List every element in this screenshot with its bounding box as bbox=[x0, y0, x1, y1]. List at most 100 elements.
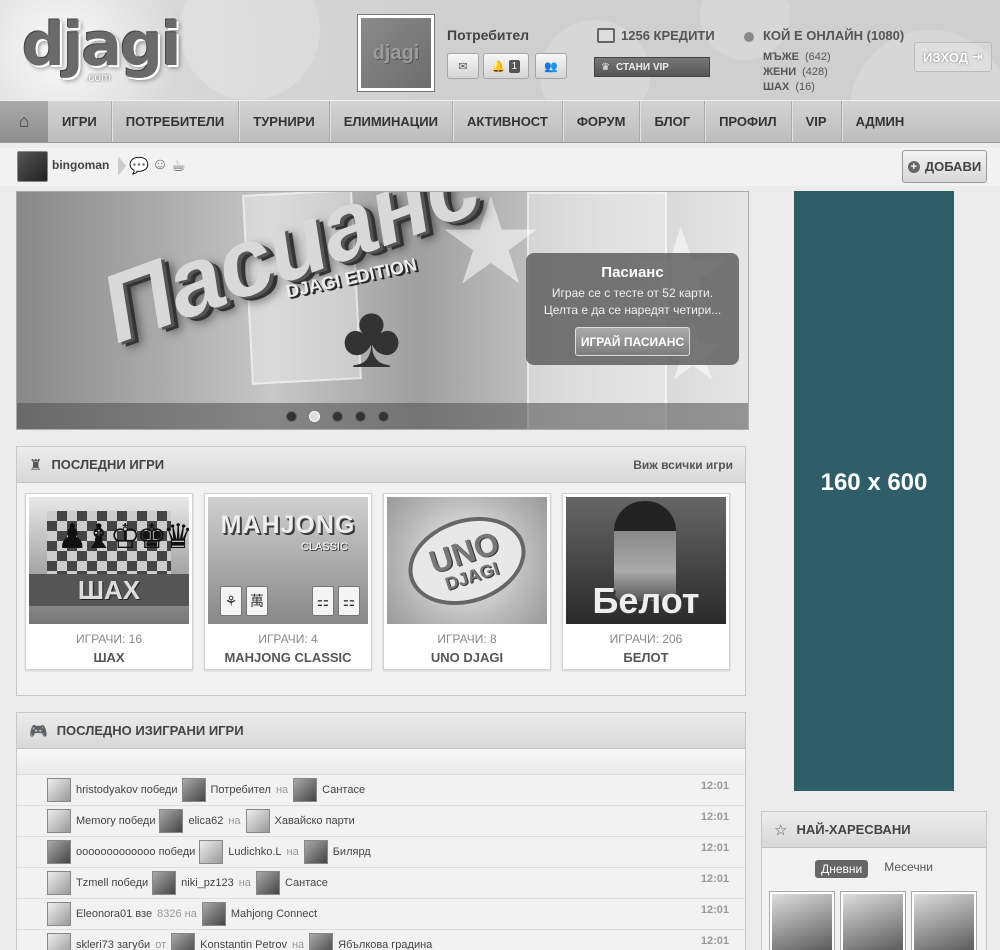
opponent-avatar[interactable] bbox=[152, 871, 177, 895]
view-all-games-link[interactable]: Виж всички игри bbox=[633, 458, 733, 472]
game-card-mahjong[interactable]: MAHJONG CLASSIC ⚘ 萬 ⚏ ⚏ ИГРАЧИ: 4 MAHJON… bbox=[204, 493, 372, 670]
user-avatar-small[interactable] bbox=[47, 778, 71, 802]
activity-opponent[interactable]: Потребител bbox=[211, 784, 271, 796]
play-solitaire-button[interactable]: ИГРАЙ ПАСИАНС bbox=[575, 327, 690, 356]
activity-text[interactable]: hristodyakov победи bbox=[76, 784, 178, 796]
logout-icon: ⇥ bbox=[972, 49, 983, 64]
opponent-avatar[interactable] bbox=[199, 840, 224, 864]
activity-game[interactable]: Сантасе bbox=[322, 784, 365, 796]
online-women[interactable]: ЖЕНИ (428) bbox=[763, 66, 828, 78]
crown-icon: ♛ bbox=[601, 61, 610, 73]
liked-user-photo[interactable] bbox=[912, 892, 976, 950]
nav-item-eliminations[interactable]: ЕЛИМИНАЦИИ bbox=[330, 101, 453, 142]
game-card-belot[interactable]: Белот ИГРАЧИ: 206 БЕЛОТ bbox=[562, 493, 730, 670]
nav-item-users[interactable]: ПОТРЕБИТЕЛИ bbox=[112, 101, 240, 142]
nav-item-blog[interactable]: БЛОГ bbox=[640, 101, 706, 142]
activity-text[interactable]: Memory победи bbox=[76, 815, 155, 827]
notifications-count: 1 bbox=[508, 59, 521, 73]
game-name[interactable]: ШАХ bbox=[29, 650, 189, 665]
slider-dot[interactable] bbox=[332, 410, 343, 422]
activity-time: 12:01 bbox=[700, 873, 729, 885]
game-card-chess[interactable]: ♟♝♔♚♛♟ ШАХ ИГРАЧИ: 16 ШАХ bbox=[25, 493, 193, 670]
activity-game[interactable]: Ябълкова градина bbox=[338, 939, 432, 950]
online-men[interactable]: МЪЖЕ (642) bbox=[763, 51, 831, 63]
game-icon[interactable] bbox=[255, 871, 280, 895]
user-avatar-small[interactable] bbox=[47, 840, 71, 864]
game-icon[interactable] bbox=[245, 809, 270, 833]
site-logo[interactable]: djagi bbox=[22, 14, 182, 76]
game-name[interactable]: UNO DJAGI bbox=[387, 650, 547, 665]
nav-item-admin[interactable]: АДМИН bbox=[842, 101, 919, 142]
online-women-label: ЖЕНИ bbox=[763, 66, 797, 78]
nav-item-tournaments[interactable]: ТУРНИРИ bbox=[239, 101, 330, 142]
user-avatar-small[interactable] bbox=[47, 809, 71, 833]
ad-banner[interactable]: 160 x 600 bbox=[794, 191, 954, 791]
activity-opponent[interactable]: niki_pz123 bbox=[181, 877, 234, 889]
activity-row: Eleonora01 взе 8326 на Mahjong Connect 1… bbox=[17, 899, 745, 930]
status-avatar[interactable] bbox=[17, 151, 48, 182]
activity-game[interactable]: Билярд bbox=[333, 846, 371, 858]
activity-text[interactable]: skleri73 загуби bbox=[76, 939, 150, 950]
tab-daily[interactable]: Дневни bbox=[815, 860, 869, 878]
nav-item-games[interactable]: ИГРИ bbox=[48, 101, 112, 142]
chess-banner: ШАХ bbox=[29, 574, 189, 606]
opponent-avatar[interactable] bbox=[159, 809, 184, 833]
become-vip-label: СТАНИ VIP bbox=[615, 61, 669, 73]
game-icon[interactable] bbox=[201, 902, 226, 926]
opponent-avatar[interactable] bbox=[181, 778, 206, 802]
online-chess[interactable]: ШАХ (16) bbox=[763, 81, 815, 93]
game-icon[interactable] bbox=[309, 933, 334, 950]
add-button-label: ДОБАВИ bbox=[924, 159, 982, 174]
nav-item-forum[interactable]: ФОРУМ bbox=[563, 101, 641, 142]
user-avatar[interactable]: djagi bbox=[358, 15, 434, 91]
status-username[interactable]: bingoman bbox=[52, 158, 109, 172]
slider-dot[interactable] bbox=[286, 410, 297, 422]
activity-opponent[interactable]: Ludichko.L bbox=[228, 846, 281, 858]
liked-user-photo[interactable] bbox=[770, 892, 834, 950]
header: djagi .com djagi Потребител ✉ 🔔 1 👥 1256… bbox=[0, 0, 1000, 100]
user-avatar-small[interactable] bbox=[47, 871, 71, 895]
slider-dot-active[interactable] bbox=[309, 410, 320, 422]
add-button[interactable]: + ДОБАВИ bbox=[902, 150, 987, 183]
chat-icon[interactable]: 💬 bbox=[129, 156, 149, 176]
liked-user-photo[interactable] bbox=[841, 892, 905, 950]
friends-button[interactable]: 👥 bbox=[535, 53, 567, 79]
user-avatar-small[interactable] bbox=[47, 902, 71, 926]
activity-text[interactable]: Tzmell победи bbox=[76, 877, 148, 889]
nav-item-activity[interactable]: АКТИВНОСТ bbox=[453, 101, 563, 142]
slider-dot[interactable] bbox=[378, 410, 389, 422]
coffee-icon[interactable]: ☕ bbox=[171, 156, 185, 176]
activity-opponent[interactable]: elica62 bbox=[188, 815, 223, 827]
tab-monthly[interactable]: Месечни bbox=[884, 860, 933, 878]
smiley-icon[interactable]: ☺ bbox=[152, 156, 168, 176]
activity-text[interactable]: Eleonora01 взе bbox=[76, 908, 152, 920]
messages-button[interactable]: ✉ bbox=[447, 53, 479, 79]
user-avatar-small[interactable] bbox=[47, 933, 71, 950]
slider-dot[interactable] bbox=[355, 410, 366, 422]
nav-item-vip[interactable]: VIP bbox=[792, 101, 842, 142]
game-name[interactable]: MAHJONG CLASSIC bbox=[208, 650, 368, 665]
activity-game[interactable]: Хавайско парти bbox=[275, 815, 355, 827]
game-icon[interactable] bbox=[303, 840, 328, 864]
logout-button[interactable]: ИЗХОД ⇥ bbox=[914, 42, 992, 72]
become-vip-button[interactable]: ♛ СТАНИ VIP bbox=[594, 57, 710, 77]
activity-opponent[interactable]: Konstantin Petrov bbox=[200, 939, 287, 950]
activity-text[interactable]: ooooooooooooo победи bbox=[76, 846, 195, 858]
opponent-avatar[interactable] bbox=[171, 933, 196, 950]
online-title[interactable]: КОЙ Е ОНЛАЙН (1080) bbox=[763, 28, 904, 43]
activity-game[interactable]: Mahjong Connect bbox=[231, 908, 317, 920]
game-card-uno[interactable]: UNO DJAGI ИГРАЧИ: 8 UNO DJAGI bbox=[383, 493, 551, 670]
game-name[interactable]: БЕЛОТ bbox=[566, 650, 726, 665]
credits-label[interactable]: 1256 КРЕДИТИ bbox=[621, 28, 715, 43]
notifications-button[interactable]: 🔔 1 bbox=[483, 53, 529, 79]
hero-slider[interactable]: ★ ★ ★ ♣ Пасианс DJAGI EDITION Пасианс Иг… bbox=[16, 191, 749, 430]
user-label[interactable]: Потребител bbox=[447, 27, 529, 43]
mahjong-logo-sub: CLASSIC bbox=[300, 541, 348, 553]
game-icon[interactable] bbox=[293, 778, 318, 802]
status-divider bbox=[118, 156, 126, 176]
nav-item-profile[interactable]: ПРОФИЛ bbox=[705, 101, 792, 142]
home-button[interactable]: ⌂ bbox=[0, 101, 48, 142]
activity-row: Tzmell победи niki_pz123 на Сантасе 12:0… bbox=[17, 868, 745, 899]
activity-game[interactable]: Сантасе bbox=[285, 877, 328, 889]
online-chess-count: (16) bbox=[795, 81, 815, 93]
